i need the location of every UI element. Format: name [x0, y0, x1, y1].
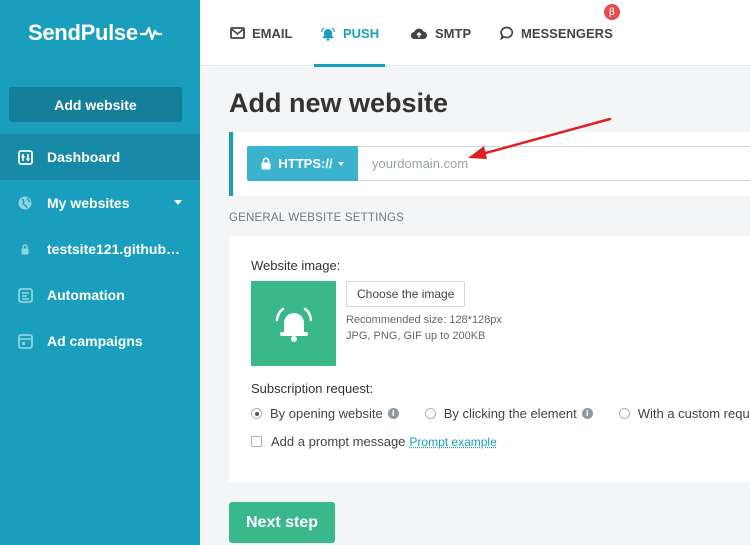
subscription-options: By opening website i By clicking the ele…: [251, 406, 750, 421]
top-nav: EMAIL PUSH SMTP MESSENGERS: [200, 0, 750, 67]
pulse-icon: [139, 26, 162, 41]
tab-label: SMTP: [435, 25, 472, 41]
tab-push[interactable]: PUSH: [314, 0, 386, 67]
ad-campaigns-icon: [16, 332, 34, 350]
sidebar-item-label: testsite121.github…: [47, 241, 181, 257]
beta-badge: β: [604, 4, 620, 20]
tab-messengers[interactable]: MESSENGERS: [500, 0, 613, 66]
image-format-hint: JPG, PNG, GIF up to 200KB: [346, 330, 486, 342]
chevron-down-icon: [337, 161, 344, 166]
radio-label: By clicking the element: [443, 406, 577, 421]
prompt-message-label: Add a prompt message: [271, 434, 406, 449]
radio-button[interactable]: [251, 408, 262, 419]
red-arrow-annotation: [468, 117, 612, 159]
sidebar-item-label: Ad campaigns: [47, 333, 143, 349]
bell-icon: [275, 307, 312, 342]
logo[interactable]: SendPulse: [28, 20, 162, 46]
radio-label: By opening website: [270, 406, 383, 421]
bell-icon: [320, 26, 336, 41]
add-website-button[interactable]: Add website: [9, 87, 182, 122]
chevron-down-icon: [174, 200, 182, 205]
choose-image-button[interactable]: Choose the image: [346, 281, 466, 307]
chat-icon: [500, 26, 514, 40]
mail-icon: [230, 27, 245, 39]
sidebar: SendPulse Add website Dashboard My websi…: [0, 0, 200, 545]
page-title: Add new website: [229, 88, 449, 118]
sidebar-item-my-websites[interactable]: My websites: [0, 180, 200, 226]
website-image-preview: [251, 281, 336, 366]
prompt-message-checkbox[interactable]: [251, 436, 262, 447]
brand-name: SendPulse: [28, 20, 138, 45]
lock-icon: [261, 157, 271, 170]
radio-with-custom-request[interactable]: With a custom requ: [618, 406, 750, 421]
cloud-upload-icon: [410, 27, 428, 40]
sidebar-item-label: Automation: [47, 287, 125, 303]
section-label: GENERAL WEBSITE SETTINGS: [229, 212, 404, 224]
info-icon[interactable]: i: [581, 408, 593, 419]
prompt-example-link[interactable]: Prompt example: [409, 435, 496, 449]
info-icon[interactable]: i: [387, 408, 399, 419]
sidebar-item-dashboard[interactable]: Dashboard: [0, 134, 200, 180]
tab-label: EMAIL: [252, 25, 293, 41]
next-step-button[interactable]: Next step: [229, 502, 335, 543]
logo-bar: SendPulse: [0, 0, 200, 66]
image-size-hint: Recommended size: 128*128px: [346, 314, 502, 326]
globe-icon: [16, 194, 34, 212]
sidebar-item-label: My websites: [47, 195, 130, 211]
radio-button[interactable]: [618, 408, 630, 419]
sidebar-item-automation[interactable]: Automation: [0, 272, 200, 318]
radio-button[interactable]: [424, 408, 436, 419]
protocol-label: HTTPS://: [278, 156, 333, 171]
lock-icon: [20, 240, 30, 258]
prompt-message-row: Add a prompt message Prompt example: [251, 434, 497, 449]
automation-icon: [16, 286, 34, 304]
radio-by-clicking-element[interactable]: By clicking the element i: [424, 406, 593, 421]
tab-smtp[interactable]: SMTP: [410, 0, 471, 66]
radio-by-opening-website[interactable]: By opening website i: [251, 406, 399, 421]
protocol-dropdown[interactable]: HTTPS://: [247, 146, 358, 181]
radio-label: With a custom requ: [637, 406, 750, 421]
tab-label: MESSENGERS: [521, 25, 613, 41]
tab-label: PUSH: [343, 25, 380, 41]
subscription-label: Subscription request:: [251, 381, 374, 396]
sidebar-nav: Dashboard My websites testsite121.github…: [0, 134, 200, 364]
settings-card: Website image: Choose the image Recommen…: [229, 236, 750, 482]
sidebar-item-ad-campaigns[interactable]: Ad campaigns: [0, 318, 200, 364]
sidebar-item-label: Dashboard: [47, 149, 121, 165]
dashboard-icon: [16, 148, 34, 166]
sidebar-item-testsite[interactable]: testsite121.github…: [0, 226, 200, 272]
tab-email[interactable]: EMAIL: [230, 0, 292, 66]
website-image-label: Website image:: [251, 258, 341, 273]
